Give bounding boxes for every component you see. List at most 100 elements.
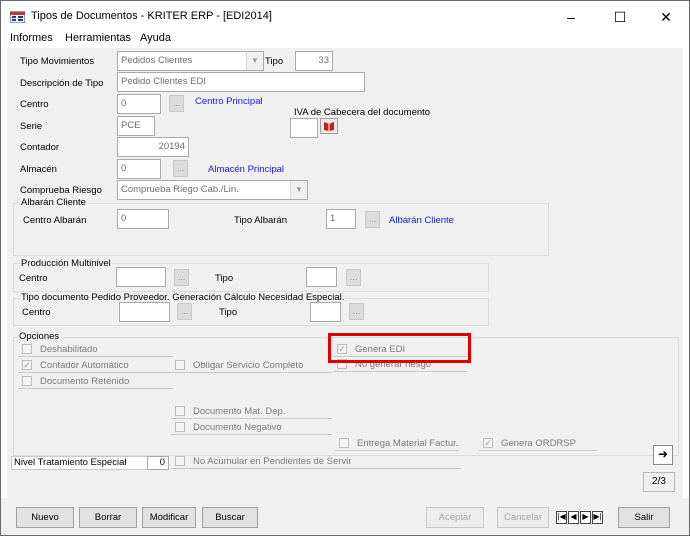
- form-area: Tipo Movimientos Pedidos Clientes ▼ Tipo…: [7, 48, 683, 498]
- salir-button[interactable]: Salir: [618, 507, 670, 528]
- serie-input[interactable]: PCE: [117, 116, 155, 136]
- tipo-movimientos-select[interactable]: Pedidos Clientes ▼: [117, 51, 264, 71]
- centro-link[interactable]: Centro Principal: [195, 96, 263, 107]
- chevron-down-icon[interactable]: ▼: [246, 52, 263, 70]
- nuevo-button[interactable]: Nuevo: [16, 507, 74, 528]
- descripcion-input[interactable]: Pedido Clientes EDI: [117, 72, 365, 92]
- documento-retenido-checkbox[interactable]: Documento Retenido: [18, 375, 173, 389]
- documento-retenido-label: Documento Retenido: [40, 376, 130, 387]
- documento-mat-dep-label: Documento Mat. Dep.: [193, 406, 286, 417]
- checkbox-box[interactable]: [339, 438, 349, 448]
- obligar-servicio-label: Obligar Servicio Completo: [193, 360, 304, 371]
- tipo-albaran-label: Tipo Albarán: [234, 215, 287, 226]
- genera-ordrsp-checkbox[interactable]: ✓ Genera ORDRSP: [479, 437, 597, 451]
- modificar-button[interactable]: Modificar: [142, 507, 196, 528]
- pedido-proveedor-tipo-input[interactable]: [310, 302, 341, 322]
- obligar-servicio-checkbox[interactable]: Obligar Servicio Completo: [171, 359, 332, 373]
- aceptar-button[interactable]: Aceptar: [426, 507, 484, 528]
- checkbox-box[interactable]: [175, 456, 185, 466]
- produccion-tipo-input[interactable]: [306, 267, 337, 287]
- checkbox-box[interactable]: [175, 360, 185, 370]
- comprueba-riesgo-label: Comprueba Riesgo: [20, 185, 102, 196]
- app-icon: [10, 11, 25, 23]
- pedido-proveedor-centro-input[interactable]: [119, 302, 170, 322]
- centro-lookup-button[interactable]: ...: [169, 95, 184, 112]
- albaran-cliente-group: [13, 203, 549, 256]
- close-button[interactable]: ✕: [643, 1, 689, 33]
- entrega-material-checkbox[interactable]: Entrega Material Factur.: [335, 437, 459, 451]
- menu-ayuda[interactable]: Ayuda: [140, 32, 171, 44]
- chevron-down-icon[interactable]: ▼: [290, 181, 307, 199]
- pedido-proveedor-tipo-label: Tipo: [219, 307, 238, 318]
- pedido-proveedor-centro-lookup-button[interactable]: ...: [177, 303, 192, 320]
- maximize-button[interactable]: ☐: [597, 1, 643, 33]
- checkbox-box[interactable]: [22, 376, 32, 386]
- contador-automatico-checkbox[interactable]: ✓ Contador Automático: [18, 359, 173, 373]
- nivel-tratamiento-label: Nivel Tratamiento Especial: [11, 456, 161, 470]
- checkmark-icon[interactable]: ✓: [22, 360, 32, 370]
- produccion-centro-label: Centro: [19, 273, 48, 284]
- produccion-tipo-label: Tipo: [215, 273, 234, 284]
- window-title: Tipos de Documentos - KRITER ERP - [EDI2…: [31, 10, 272, 22]
- centro-input[interactable]: 0: [117, 94, 161, 114]
- iva-lookup-button[interactable]: [320, 118, 338, 134]
- documento-negativo-label: Documento Negativo: [193, 422, 282, 433]
- almacen-lookup-button[interactable]: ...: [173, 160, 188, 177]
- pedido-proveedor-tipo-lookup-button[interactable]: ...: [349, 303, 364, 320]
- produccion-centro-input[interactable]: [116, 267, 166, 287]
- tipo-label: Tipo: [265, 56, 284, 67]
- almacen-input[interactable]: 0: [117, 159, 161, 179]
- tipo-albaran-lookup-button[interactable]: ...: [365, 211, 380, 228]
- centro-albaran-input[interactable]: 0: [117, 209, 169, 229]
- nav-last-icon[interactable]: ▶|: [592, 511, 603, 524]
- checkbox-box[interactable]: [175, 406, 185, 416]
- contador-label: Contador: [20, 142, 60, 153]
- iva-input[interactable]: [290, 118, 318, 138]
- nav-next-icon[interactable]: ▶: [580, 511, 591, 524]
- title-bar: Tipos de Documentos - KRITER ERP - [EDI2…: [1, 1, 689, 33]
- menu-informes[interactable]: Informes: [10, 32, 53, 44]
- entrega-material-label: Entrega Material Factur.: [357, 438, 459, 449]
- menu-herramientas[interactable]: Herramientas: [65, 32, 131, 44]
- tipo-movimientos-label: Tipo Movimientos: [20, 56, 95, 67]
- deshabilitado-checkbox[interactable]: Deshabilitado: [18, 343, 173, 357]
- albaran-cliente-title: Albarán Cliente: [20, 197, 87, 208]
- buscar-button[interactable]: Buscar: [202, 507, 258, 528]
- genera-ordrsp-label: Genera ORDRSP: [501, 438, 576, 449]
- tipo-albaran-input[interactable]: 1: [326, 209, 356, 229]
- no-acumular-checkbox[interactable]: No Acumular en Pendientes de Servir: [171, 455, 461, 469]
- nivel-tratamiento-input[interactable]: 0: [147, 456, 169, 470]
- contador-input[interactable]: 20194: [117, 137, 189, 157]
- minimize-button[interactable]: –: [548, 1, 594, 33]
- checkbox-box[interactable]: [22, 344, 32, 354]
- nav-prev-icon[interactable]: ◀: [568, 511, 579, 524]
- comprueba-riesgo-select[interactable]: Comprueba Riego Cab./Lin. ▼: [117, 180, 308, 200]
- tipo-albaran-link[interactable]: Albarán Cliente: [389, 215, 454, 226]
- comprueba-riesgo-value: Comprueba Riego Cab./Lin.: [121, 184, 239, 195]
- nav-first-icon[interactable]: |◀: [556, 511, 567, 524]
- iva-label: IVA de Cabecera del documento: [294, 107, 431, 118]
- checkmark-icon[interactable]: ✓: [483, 438, 493, 448]
- borrar-button[interactable]: Borrar: [79, 507, 137, 528]
- almacen-link[interactable]: Almacén Principal: [208, 164, 284, 175]
- produccion-centro-lookup-button[interactable]: ...: [174, 269, 189, 286]
- no-acumular-label: No Acumular en Pendientes de Servir: [193, 456, 352, 467]
- serie-label: Serie: [20, 121, 43, 132]
- cancelar-button[interactable]: Cancelar: [497, 507, 549, 528]
- arrow-right-icon[interactable]: ➜: [653, 445, 673, 465]
- almacen-label: Almacén: [20, 164, 57, 175]
- produccion-tipo-lookup-button[interactable]: ...: [346, 269, 361, 286]
- centro-albaran-label: Centro Albarán: [23, 215, 87, 226]
- checkbox-box[interactable]: [175, 422, 185, 432]
- book-icon: [324, 122, 334, 131]
- deshabilitado-label: Deshabilitado: [40, 344, 98, 355]
- descripcion-label: Descripción de Tipo: [20, 78, 104, 89]
- page-indicator: 2/3: [643, 472, 675, 492]
- highlight-box: [328, 333, 471, 363]
- centro-label: Centro: [20, 99, 49, 110]
- documento-negativo-checkbox[interactable]: Documento Negativo: [171, 421, 332, 435]
- contador-automatico-label: Contador Automático: [40, 360, 129, 371]
- tipo-input[interactable]: 33: [295, 51, 333, 71]
- documento-mat-dep-checkbox[interactable]: Documento Mat. Dep.: [171, 405, 332, 419]
- opciones-title: Opciones: [18, 331, 61, 342]
